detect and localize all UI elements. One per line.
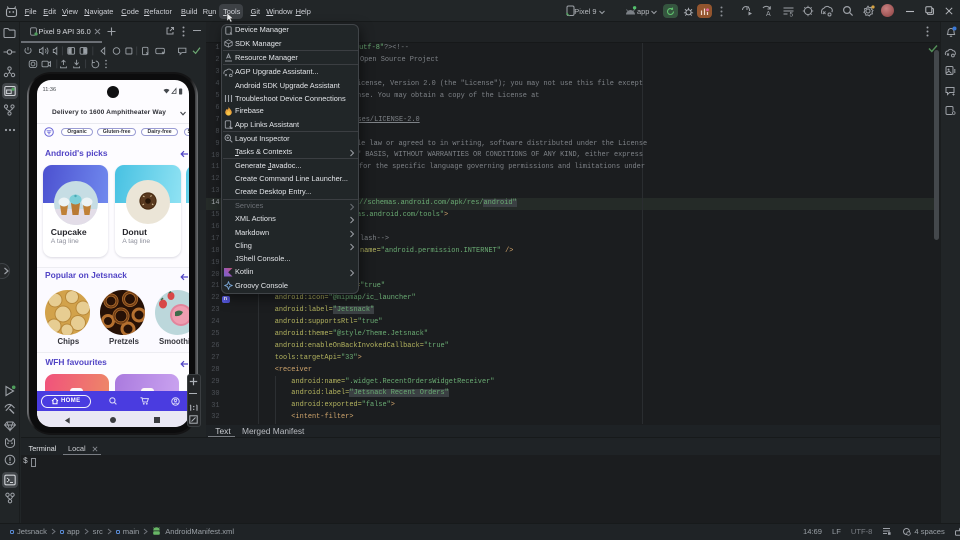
svg-text:5: 5 xyxy=(790,12,794,18)
svg-text:A: A xyxy=(766,11,771,17)
